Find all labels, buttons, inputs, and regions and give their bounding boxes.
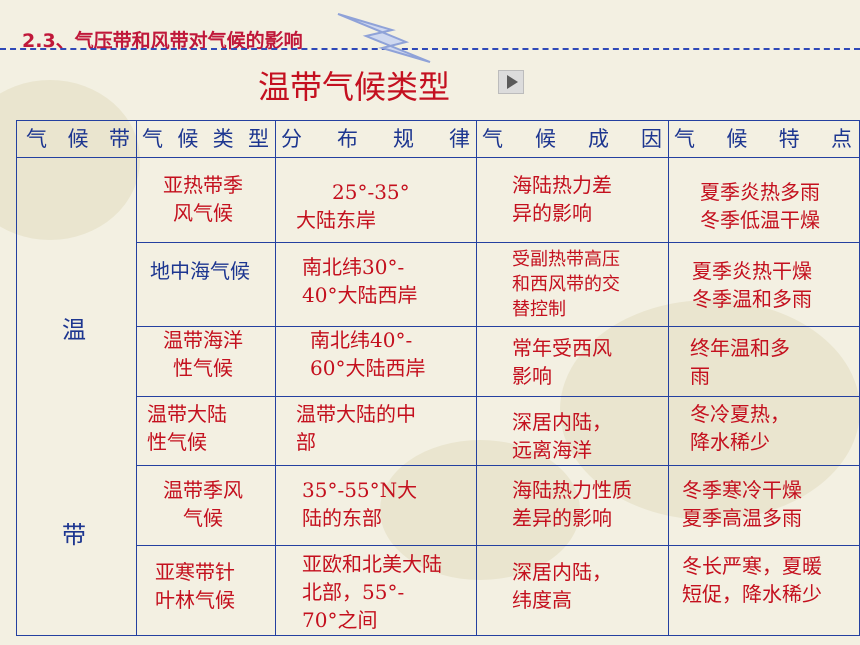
table-rule <box>275 120 276 636</box>
feature: 冬季寒冷干燥 夏季高温多雨 <box>682 478 802 530</box>
table-rule <box>136 465 860 466</box>
distribution: 25°-35° 大陆东岸 <box>296 180 410 232</box>
table-rule <box>476 120 477 636</box>
distribution: 南北纬40°- 60°大陆西岸 <box>310 328 426 380</box>
table-rule <box>136 242 860 243</box>
feature: 冬长严寒，夏暖 短促，降水稀少 <box>682 554 822 606</box>
climate-type: 地中海气候 <box>150 259 250 283</box>
distribution: 亚欧和北美大陆 北部，55°- 70°之间 <box>302 552 442 632</box>
distribution: 35°-55°N大 陆的东部 <box>302 478 418 530</box>
feature: 冬冷夏热， 降水稀少 <box>690 402 790 454</box>
climate-type: 亚寒带针 叶林气候 <box>155 560 235 612</box>
column-header-zone: 气 候 带 <box>26 127 130 151</box>
table-rule <box>136 396 860 397</box>
cause: 深居内陆， 纬度高 <box>512 560 612 612</box>
play-icon[interactable] <box>498 70 524 94</box>
cause: 海陆热力差 异的影响 <box>512 173 612 225</box>
column-header-distribution: 分 布 规 律 <box>281 127 470 151</box>
zone-label: 带 <box>62 521 86 549</box>
feature: 夏季炎热多雨 冬季低温干燥 <box>700 180 820 232</box>
climate-type: 温带大陆 性气候 <box>147 402 227 454</box>
climate-type: 温带季风 气候 <box>163 478 243 530</box>
distribution: 温带大陆的中部 <box>296 402 416 454</box>
cause: 受副热带高压 和西风带的交 替控制 <box>512 249 620 320</box>
zone-label: 温 <box>62 316 86 344</box>
cause: 深居内陆， 远离海洋 <box>512 410 612 462</box>
table-rule <box>136 545 860 546</box>
table-rule <box>668 120 669 636</box>
table-rule <box>16 157 860 158</box>
climate-type: 温带海洋 性气候 <box>163 328 243 380</box>
feature: 终年温和多雨 <box>690 336 790 388</box>
feature: 夏季炎热干燥 冬季温和多雨 <box>692 259 812 311</box>
column-header-type: 气 候 类 型 <box>142 127 269 151</box>
page-title: 温带气候类型 <box>258 68 451 106</box>
cause: 海陆热力性质 差异的影响 <box>512 478 632 530</box>
climate-type: 亚热带季 风气候 <box>163 173 243 225</box>
column-header-cause: 气 候 成 因 <box>482 127 662 151</box>
table-rule <box>136 120 137 636</box>
distribution: 南北纬30°- 40°大陆西岸 <box>302 255 418 307</box>
column-header-feature: 气 候 特 点 <box>674 127 852 151</box>
cause: 常年受西风 影响 <box>512 336 612 388</box>
lightning-decoration-icon <box>337 13 431 63</box>
